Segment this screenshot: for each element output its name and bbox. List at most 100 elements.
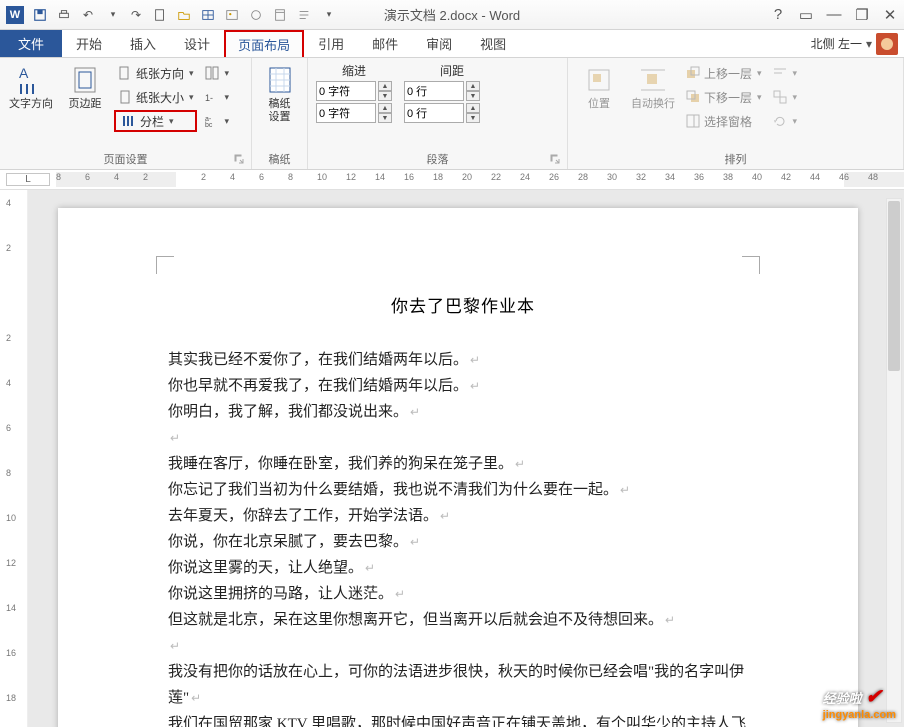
- window-title: 演示文档 2.docx - Word: [384, 5, 520, 24]
- close-button[interactable]: ✕: [876, 3, 904, 27]
- indent-right-field[interactable]: ▲▼: [314, 103, 392, 123]
- margins-button[interactable]: 页边距: [60, 62, 110, 149]
- line-numbers-button[interactable]: 1-: [201, 86, 233, 108]
- spacing-before-field[interactable]: ▲▼: [402, 81, 480, 101]
- hyphenation-button[interactable]: a-bc: [201, 110, 233, 132]
- paragraph[interactable]: 其实我已经不爱你了，在我们结婚两年以后。↵: [168, 347, 758, 373]
- shape-icon[interactable]: [245, 4, 267, 26]
- tab-page-layout[interactable]: 页面布局: [224, 30, 304, 57]
- paragraph-icon[interactable]: [293, 4, 315, 26]
- vertical-ruler[interactable]: 4224681012141618: [0, 190, 28, 727]
- tab-file[interactable]: 文件: [0, 30, 62, 57]
- header-footer-icon[interactable]: [269, 4, 291, 26]
- vertical-scrollbar[interactable]: [886, 198, 902, 723]
- open-icon[interactable]: [173, 4, 195, 26]
- group-draft-paper: 稿纸 设置 稿纸: [252, 58, 308, 169]
- page: 你去了巴黎作业本 其实我已经不爱你了，在我们结婚两年以后。↵你也早就不再爱我了，…: [58, 208, 858, 727]
- avatar[interactable]: [876, 33, 898, 55]
- tab-references[interactable]: 引用: [304, 30, 358, 57]
- ruler-corner[interactable]: L: [6, 173, 50, 186]
- selection-pane-button[interactable]: 选择窗格: [682, 110, 765, 132]
- size-button[interactable]: 纸张大小: [114, 86, 197, 108]
- scroll-thumb[interactable]: [888, 201, 900, 371]
- picture-icon[interactable]: [221, 4, 243, 26]
- ribbon-toggle-button[interactable]: ▭: [792, 3, 820, 27]
- redo-icon[interactable]: ↷: [125, 4, 147, 26]
- paragraph[interactable]: 我们在国贸那家 KTV 里唱歌，那时候中国好声音正在铺天盖地，有个叫华少的主持人…: [168, 711, 758, 727]
- document-area: 4224681012141618 你去了巴黎作业本 其实我已经不爱你了，在我们结…: [0, 190, 904, 727]
- minimize-button[interactable]: —: [820, 3, 848, 27]
- ruler-tick: 28: [578, 172, 588, 182]
- spinner-up[interactable]: ▲: [378, 81, 392, 91]
- breaks-icon: [204, 65, 220, 81]
- paragraph[interactable]: 你说这里雾的天，让人绝望。↵: [168, 555, 758, 581]
- dialog-launcher-icon[interactable]: [549, 153, 561, 165]
- paragraph[interactable]: 但这就是北京，呆在这里你想离开它，但当离开以后就会迫不及待想回来。↵: [168, 607, 758, 633]
- tab-home[interactable]: 开始: [62, 30, 116, 57]
- new-doc-icon[interactable]: [149, 4, 171, 26]
- paragraph[interactable]: 你也早就不再爱我了，在我们结婚两年以后。↵: [168, 373, 758, 399]
- indent-left-input[interactable]: [316, 81, 376, 101]
- page-setup-icons: 1- a-bc: [201, 62, 233, 149]
- vruler-tick: 4: [6, 198, 11, 208]
- tab-view[interactable]: 视图: [466, 30, 520, 57]
- spinner-up[interactable]: ▲: [466, 103, 480, 113]
- maximize-button[interactable]: ❐: [848, 3, 876, 27]
- draft-paper-button[interactable]: 稿纸 设置: [258, 62, 301, 149]
- print-icon[interactable]: [53, 4, 75, 26]
- ribbon-tabs: 文件 开始 插入 设计 页面布局 引用 邮件 审阅 视图 北侧 左一▾: [0, 30, 904, 58]
- help-button[interactable]: ?: [764, 3, 792, 27]
- columns-button[interactable]: 分栏: [114, 110, 197, 132]
- spinner-down[interactable]: ▼: [378, 91, 392, 101]
- table-icon[interactable]: [197, 4, 219, 26]
- undo-icon[interactable]: ↶: [77, 4, 99, 26]
- spacing-after-field[interactable]: ▲▼: [402, 103, 480, 123]
- crop-mark-icon: [156, 256, 174, 274]
- ruler-tick: 48: [868, 172, 878, 182]
- ruler-tick: 18: [433, 172, 443, 182]
- paragraph[interactable]: 你忘记了我们当初为什么要结婚，我也说不清我们为什么要在一起。↵: [168, 477, 758, 503]
- indent-left-field[interactable]: ▲▼: [314, 81, 392, 101]
- horizontal-ruler[interactable]: 8642246810121416182022242628303234363840…: [56, 170, 904, 189]
- word-app-icon: W: [6, 6, 24, 24]
- spinner-down[interactable]: ▼: [466, 113, 480, 123]
- paragraph[interactable]: 我睡在客厅，你睡在卧室，我们养的狗呆在笼子里。↵: [168, 451, 758, 477]
- user-area[interactable]: 北侧 左一▾: [811, 30, 904, 57]
- line-numbers-icon: 1-: [204, 89, 220, 105]
- undo-dropdown-icon[interactable]: [101, 4, 123, 26]
- save-icon[interactable]: [29, 4, 51, 26]
- tab-mailings[interactable]: 邮件: [358, 30, 412, 57]
- spacing-label: 间距: [440, 62, 464, 79]
- ruler-tick: 40: [752, 172, 762, 182]
- group-paragraph-label: 段落: [427, 149, 449, 167]
- paragraph[interactable]: ↵: [168, 425, 758, 451]
- dialog-launcher-icon[interactable]: [233, 153, 245, 165]
- tab-design[interactable]: 设计: [170, 30, 224, 57]
- send-backward-icon: [685, 89, 701, 105]
- rotate-icon: [772, 113, 788, 129]
- paragraph[interactable]: ↵: [168, 633, 758, 659]
- tab-insert[interactable]: 插入: [116, 30, 170, 57]
- qat-more-icon[interactable]: [317, 4, 339, 26]
- orientation-button[interactable]: 纸张方向: [114, 62, 197, 84]
- spacing-before-input[interactable]: [404, 81, 464, 101]
- spacing-after-input[interactable]: [404, 103, 464, 123]
- text-direction-button[interactable]: A 文字方向: [6, 62, 56, 149]
- ruler-tick: 10: [317, 172, 327, 182]
- tab-review[interactable]: 审阅: [412, 30, 466, 57]
- breaks-button[interactable]: [201, 62, 233, 84]
- indent-right-input[interactable]: [316, 103, 376, 123]
- spinner-up[interactable]: ▲: [378, 103, 392, 113]
- ruler-row: L 86422468101214161820222426283032343638…: [0, 170, 904, 190]
- paragraph[interactable]: 你说，你在北京呆腻了，要去巴黎。↵: [168, 529, 758, 555]
- spinner-up[interactable]: ▲: [466, 81, 480, 91]
- spinner-down[interactable]: ▼: [466, 91, 480, 101]
- paragraph[interactable]: 你明白，我了解，我们都没说出来。↵: [168, 399, 758, 425]
- paragraph[interactable]: 我没有把你的话放在心上，可你的法语进步很快，秋天的时候你已经会唱"我的名字叫伊莲…: [168, 659, 758, 711]
- ruler-tick: 2: [143, 172, 148, 182]
- paragraph[interactable]: 去年夏天，你辞去了工作，开始学法语。↵: [168, 503, 758, 529]
- document-title: 你去了巴黎作业本: [168, 292, 758, 317]
- page-viewport[interactable]: 你去了巴黎作业本 其实我已经不爱你了，在我们结婚两年以后。↵你也早就不再爱我了，…: [28, 190, 904, 727]
- paragraph[interactable]: 你说这里拥挤的马路，让人迷茫。↵: [168, 581, 758, 607]
- spinner-down[interactable]: ▼: [378, 113, 392, 123]
